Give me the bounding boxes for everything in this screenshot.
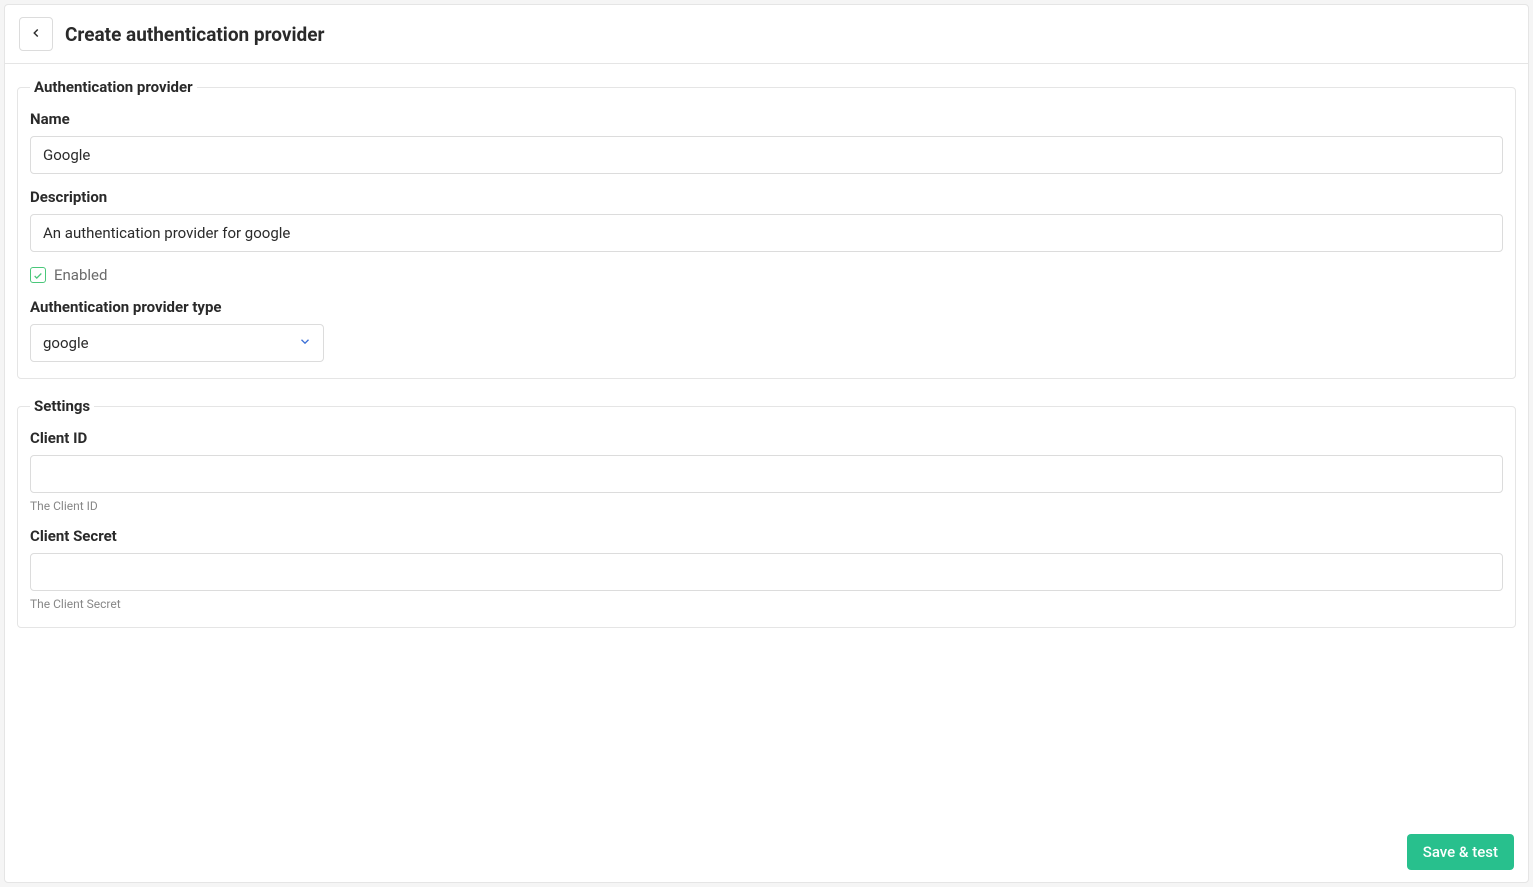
back-button[interactable] — [19, 17, 53, 51]
page-header: Create authentication provider — [5, 5, 1528, 64]
description-label: Description — [30, 188, 1503, 206]
auth-provider-legend: Authentication provider — [30, 78, 197, 96]
chevron-left-icon — [29, 26, 43, 43]
description-input[interactable] — [30, 214, 1503, 252]
save-test-button[interactable]: Save & test — [1407, 834, 1514, 870]
provider-type-label: Authentication provider type — [30, 298, 1503, 316]
client-id-input[interactable] — [30, 455, 1503, 493]
client-id-label: Client ID — [30, 429, 1503, 447]
page-footer: Save & test — [5, 822, 1528, 882]
description-field: Description — [30, 188, 1503, 252]
name-field: Name — [30, 110, 1503, 174]
client-secret-input[interactable] — [30, 553, 1503, 591]
page-container: Create authentication provider Authentic… — [4, 4, 1529, 883]
provider-type-field: Authentication provider type google — [30, 298, 1503, 362]
page-content: Authentication provider Name Description… — [5, 64, 1528, 822]
page-title: Create authentication provider — [65, 23, 324, 46]
enabled-field: Enabled — [30, 266, 1503, 284]
provider-type-select-wrap: google — [30, 324, 324, 362]
auth-provider-fieldset: Authentication provider Name Description… — [17, 78, 1516, 379]
name-label: Name — [30, 110, 1503, 128]
enabled-label: Enabled — [54, 266, 107, 284]
client-secret-label: Client Secret — [30, 527, 1503, 545]
settings-fieldset: Settings Client ID The Client ID Client … — [17, 397, 1516, 628]
client-secret-field: Client Secret The Client Secret — [30, 527, 1503, 611]
provider-type-select[interactable]: google — [30, 324, 324, 362]
name-input[interactable] — [30, 136, 1503, 174]
client-secret-help: The Client Secret — [30, 597, 1503, 611]
settings-legend: Settings — [30, 397, 94, 415]
client-id-field: Client ID The Client ID — [30, 429, 1503, 513]
client-id-help: The Client ID — [30, 499, 1503, 513]
check-icon — [33, 266, 43, 285]
enabled-checkbox[interactable] — [30, 267, 46, 283]
